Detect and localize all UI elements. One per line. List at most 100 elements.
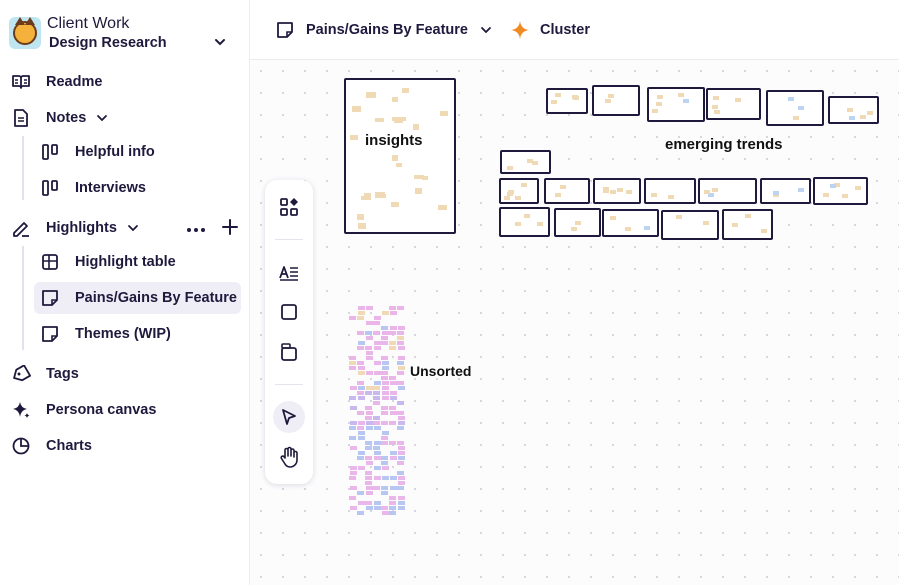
sticky-note[interactable]	[365, 441, 372, 445]
sticky-note[interactable]	[397, 331, 404, 335]
sticky-note[interactable]	[373, 401, 380, 405]
sticky-note[interactable]	[373, 416, 380, 420]
sticky-note[interactable]	[366, 491, 373, 495]
sticky-note[interactable]	[358, 366, 365, 370]
sticky-note[interactable]	[656, 102, 662, 106]
sticky-note[interactable]	[373, 386, 380, 390]
sticky-note[interactable]	[575, 221, 581, 225]
sticky-note[interactable]	[397, 306, 404, 310]
sticky-note[interactable]	[413, 124, 419, 130]
sticky-note[interactable]	[571, 227, 577, 231]
sticky-note[interactable]	[389, 501, 396, 505]
sticky-note[interactable]	[823, 193, 829, 197]
sticky-note[interactable]	[366, 321, 373, 325]
sticky-note[interactable]	[374, 341, 381, 345]
sticky-note[interactable]	[397, 411, 404, 415]
sticky-note[interactable]	[867, 111, 873, 115]
sticky-note[interactable]	[397, 461, 404, 465]
sticky-note[interactable]	[389, 441, 396, 445]
sticky-note[interactable]	[373, 421, 380, 425]
sticky-note[interactable]	[358, 341, 365, 345]
sticky-note[interactable]	[373, 396, 380, 400]
sticky-note[interactable]	[855, 186, 861, 190]
sticky-note[interactable]	[415, 188, 422, 194]
sticky-note[interactable]	[625, 227, 631, 231]
sticky-note[interactable]	[402, 88, 409, 93]
sticky-note[interactable]	[357, 214, 364, 220]
cluster-box[interactable]	[544, 178, 590, 204]
sticky-note[interactable]	[373, 446, 380, 450]
sticky-note[interactable]	[358, 386, 365, 390]
sticky-note[interactable]	[381, 356, 388, 360]
sidebar-item-helpful-info[interactable]: Helpful info	[39, 136, 155, 168]
sticky-note[interactable]	[397, 441, 404, 445]
sticky-note[interactable]	[560, 185, 566, 189]
sticky-note[interactable]	[398, 481, 405, 485]
sticky-note[interactable]	[365, 456, 372, 460]
sticky-note[interactable]	[793, 116, 799, 120]
sticky-note[interactable]	[374, 426, 381, 430]
sticky-note[interactable]	[352, 106, 361, 112]
cluster-label-insights[interactable]: insights	[365, 132, 423, 149]
sticky-note[interactable]	[390, 396, 397, 400]
cluster-box[interactable]	[602, 209, 659, 237]
sticky-note[interactable]	[398, 386, 405, 390]
sticky-note[interactable]	[358, 436, 365, 440]
sticky-note[interactable]	[381, 421, 388, 425]
more-options-icon[interactable]	[186, 220, 206, 238]
sticky-note[interactable]	[365, 471, 372, 475]
sticky-note[interactable]	[610, 216, 616, 220]
sticky-note[interactable]	[365, 391, 372, 395]
sticky-note[interactable]	[374, 346, 381, 350]
sticky-note[interactable]	[374, 506, 381, 510]
sticky-note[interactable]	[537, 222, 543, 226]
sticky-note[interactable]	[374, 316, 381, 320]
sticky-note[interactable]	[398, 366, 405, 370]
sticky-note[interactable]	[398, 456, 405, 460]
sticky-note[interactable]	[366, 356, 373, 360]
sticky-note[interactable]	[382, 381, 389, 385]
sticky-note[interactable]	[515, 196, 521, 200]
cluster-box[interactable]	[592, 85, 640, 116]
sticky-note[interactable]	[617, 188, 623, 192]
sticky-note[interactable]	[349, 426, 356, 430]
sticky-note[interactable]	[390, 486, 397, 490]
sticky-note[interactable]	[712, 188, 718, 192]
sticky-note[interactable]	[603, 189, 609, 193]
cluster-box[interactable]	[706, 88, 761, 120]
sticky-note[interactable]	[365, 446, 372, 450]
sticky-note[interactable]	[365, 416, 372, 420]
sticky-note[interactable]	[605, 99, 611, 103]
sticky-note[interactable]	[830, 184, 836, 188]
sticky-note[interactable]	[375, 192, 385, 198]
sticky-note[interactable]	[397, 336, 404, 340]
sticky-note[interactable]	[652, 109, 658, 113]
cluster-label-emerging-trends[interactable]: emerging trends	[665, 136, 783, 153]
sticky-note[interactable]	[381, 456, 388, 460]
sticky-note[interactable]	[373, 321, 380, 325]
sticky-note[interactable]	[798, 106, 804, 110]
sticky-note[interactable]	[389, 346, 396, 350]
cluster-button[interactable]: Cluster	[510, 19, 590, 41]
chevron-down-icon[interactable]	[213, 35, 227, 52]
sticky-note[interactable]	[382, 476, 389, 480]
sticky-note[interactable]	[644, 226, 650, 230]
sticky-note[interactable]	[357, 456, 364, 460]
sticky-note[interactable]	[732, 223, 738, 227]
whiteboard-canvas[interactable]: insights emerging trends Unsorted	[250, 60, 899, 585]
sticky-note[interactable]	[382, 366, 389, 370]
sticky-note[interactable]	[397, 471, 404, 475]
sticky-note[interactable]	[373, 391, 380, 395]
sticky-note[interactable]	[668, 195, 674, 199]
sticky-note[interactable]	[842, 194, 848, 198]
sticky-note[interactable]	[847, 108, 853, 112]
sticky-note[interactable]	[398, 416, 405, 420]
sticky-note[interactable]	[788, 97, 794, 101]
sticky-note[interactable]	[365, 501, 372, 505]
sticky-note[interactable]	[608, 94, 614, 98]
sticky-note[interactable]	[390, 451, 397, 455]
sticky-note[interactable]	[366, 411, 373, 415]
cluster-box[interactable]	[644, 178, 696, 204]
sticky-note[interactable]	[507, 166, 513, 170]
sticky-note[interactable]	[350, 486, 357, 490]
